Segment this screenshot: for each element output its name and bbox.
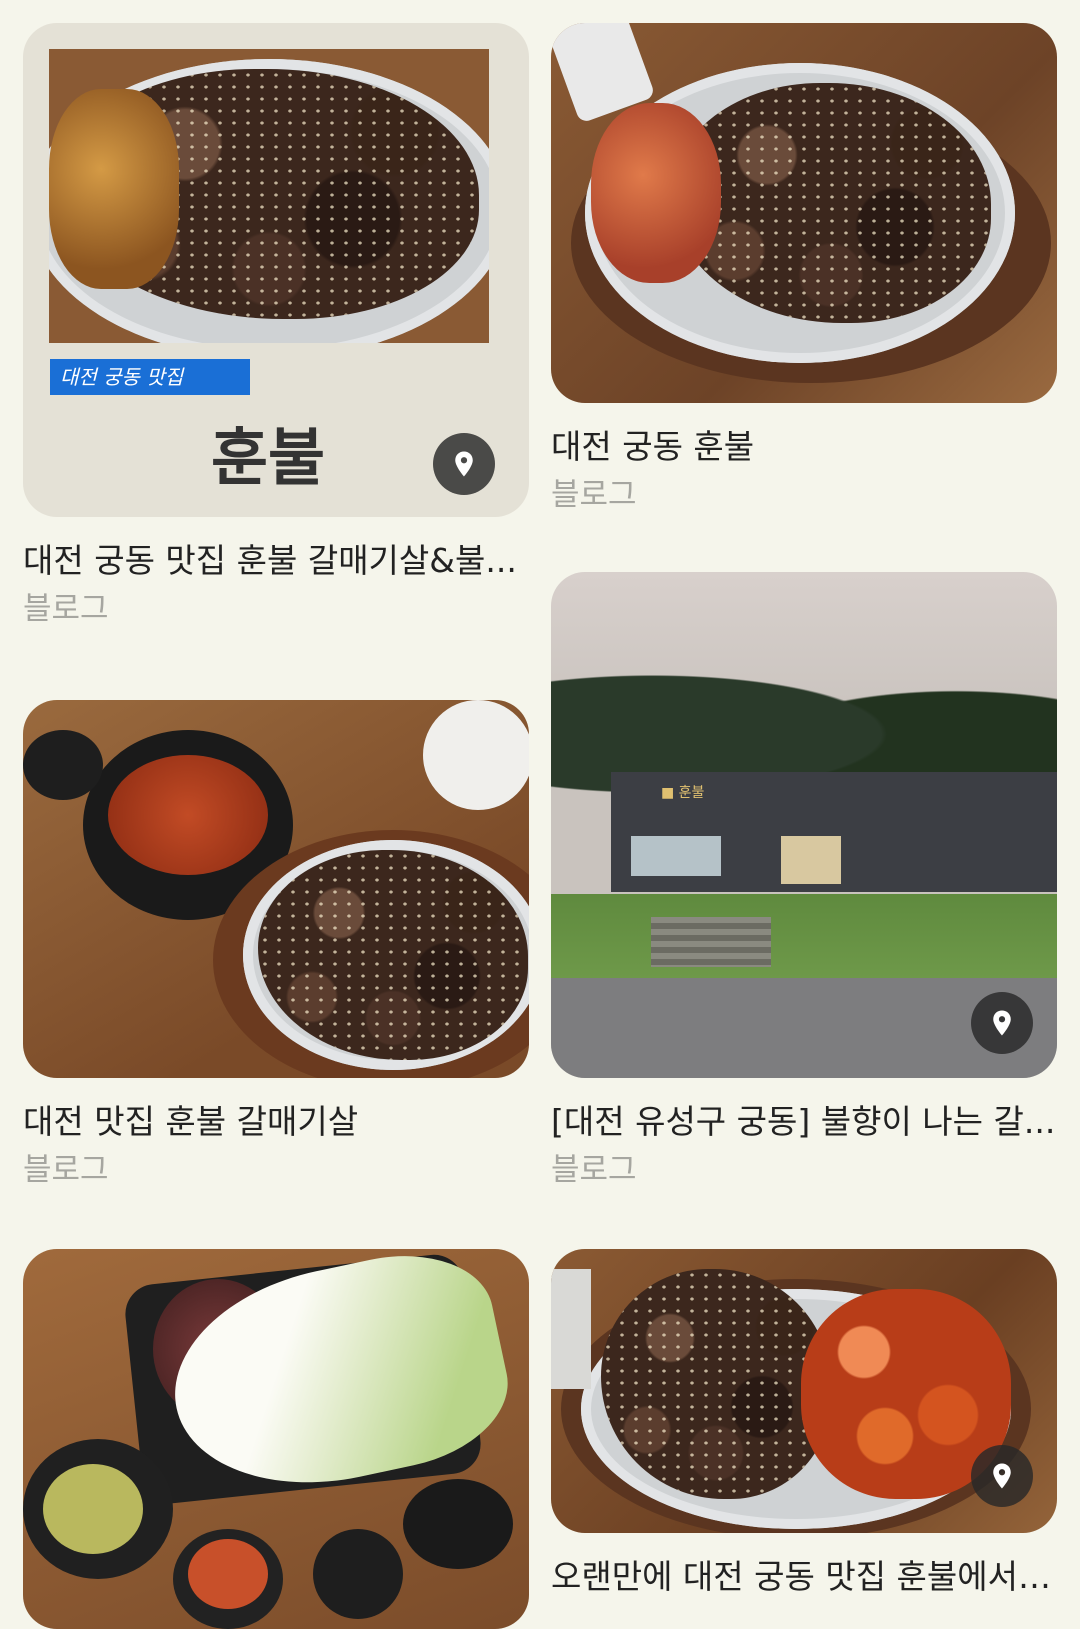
location-pin-icon[interactable] [433,433,495,495]
result-title[interactable]: 대전 맛집 훈불 갈매기살 [23,1100,529,1144]
result-card[interactable]: ■ 훈불 [대전 유성구 궁동] 불향이 나는 갈... 블로그 [551,572,1057,1190]
result-source: 블로그 [551,1152,637,1188]
result-title[interactable]: [대전 유성구 궁동] 불향이 나는 갈... [551,1100,1057,1144]
result-image[interactable] [23,1249,529,1629]
result-source: 블로그 [551,477,637,513]
result-source: 블로그 [23,1152,109,1188]
result-image[interactable] [23,700,529,1078]
result-image[interactable]: ■ 훈불 [551,572,1057,1078]
location-pin-icon[interactable] [971,1445,1033,1507]
result-card[interactable]: 오랜만에 대전 궁동 맛집 훈불에서 ... [551,1249,1057,1599]
blog-banner: 대전 궁동 맛집 [50,359,250,395]
result-title[interactable]: 대전 궁동 맛집 훈불 갈매기살&불... [23,539,529,583]
result-card[interactable]: 대전 궁동 훈불 블로그 [551,23,1057,515]
result-card[interactable]: 대전 맛집 훈불 갈매기살 블로그 [23,700,529,1190]
result-image[interactable]: 대전 궁동 맛집 훈불 [23,23,529,517]
result-source: 블로그 [23,591,109,627]
location-pin-icon[interactable] [971,992,1033,1054]
result-card[interactable]: 대전 궁동 맛집 훈불 대전 궁동 맛집 훈불 갈매기살&불... 블로그 [23,23,529,629]
result-image[interactable] [551,1249,1057,1533]
result-card[interactable] [23,1249,529,1629]
result-title[interactable]: 오랜만에 대전 궁동 맛집 훈불에서 ... [551,1555,1057,1599]
result-title[interactable]: 대전 궁동 훈불 [551,425,1057,469]
result-image[interactable] [551,23,1057,403]
